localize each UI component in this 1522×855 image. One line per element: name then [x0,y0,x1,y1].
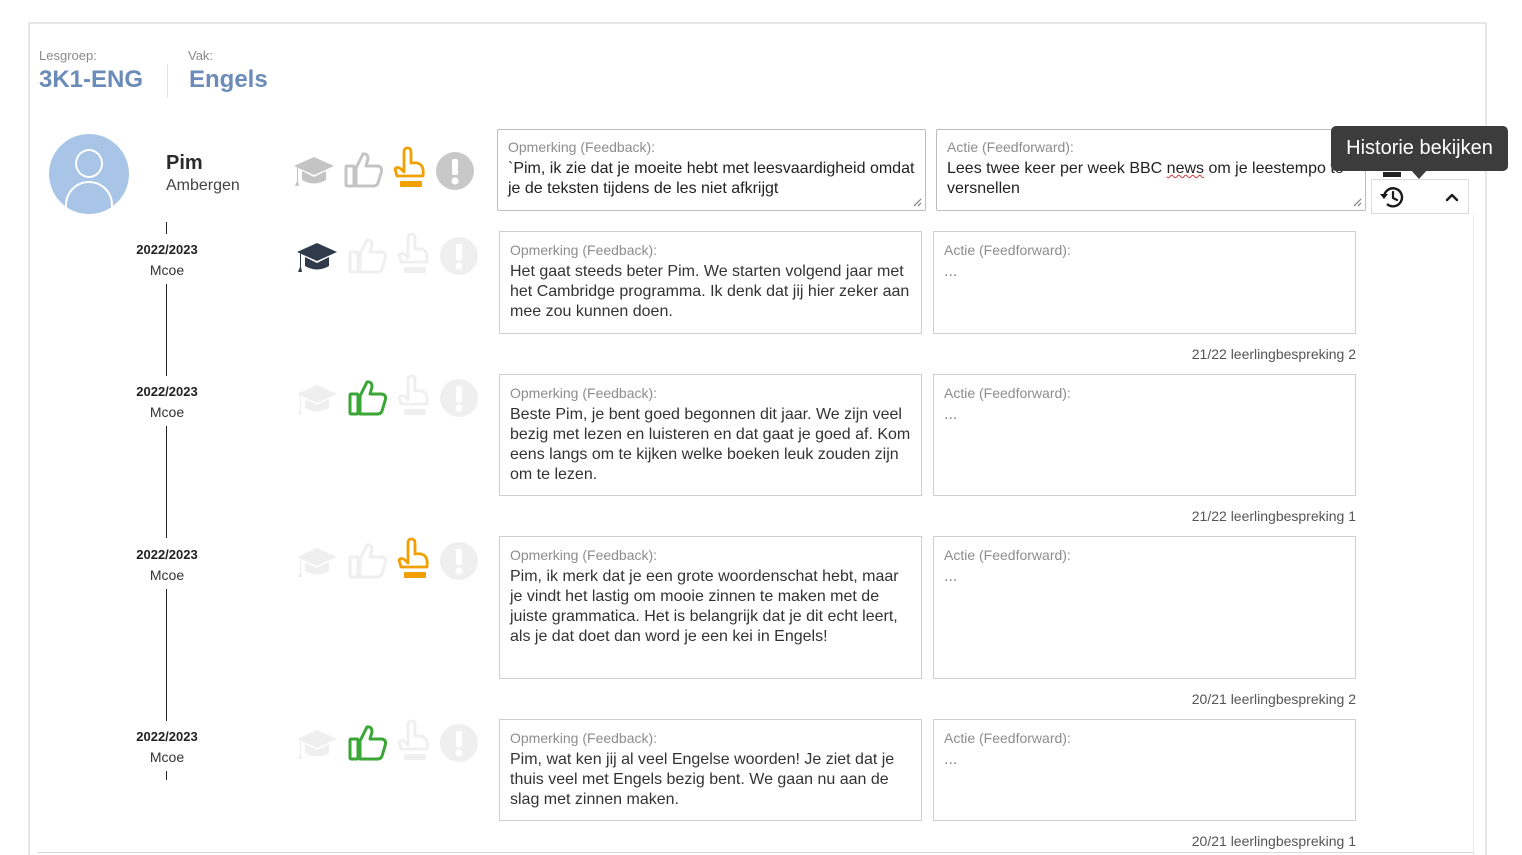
history-feedback-box: Opmerking (Feedback): Beste Pim, je bent… [499,374,922,496]
timeline-line [166,426,167,538]
feedback-label: Opmerking (Feedback): [510,547,658,563]
thumbs-up-icon [346,234,390,278]
pointing-hand-icon [392,374,436,418]
entry-teacher: Mcoe [149,262,185,278]
feedback-textarea[interactable]: Opmerking (Feedback): `Pim, ik zie dat j… [497,129,926,211]
alert-icon [437,539,481,583]
history-feedforward-box: Actie (Feedforward): ... [933,536,1356,679]
thumbs-up-icon [346,376,390,420]
avatar-body-icon [65,181,113,214]
history-feedback-box: Opmerking (Feedback): Pim, wat ken jij a… [499,719,922,821]
pointing-hand-icon [392,232,436,276]
chevron-up-icon[interactable] [1438,183,1466,211]
tooltip-arrow [1410,169,1428,179]
subject-value: Engels [189,66,268,93]
feedback-text: Pim, ik merk dat je een grote woordensch… [510,568,899,645]
timeline-line [166,222,167,234]
group-label: Lesgroep: [39,48,97,63]
resize-handle-icon[interactable] [1353,198,1362,207]
subject-label: Vak: [188,48,214,63]
timeline-line [166,771,167,780]
meeting-label: 21/22 leerlingbespreking 1 [1191,508,1356,524]
feedforward-label: Actie (Feedforward): [947,139,1074,155]
thumbs-up-icon [346,721,390,765]
timeline-line [166,589,167,721]
history-feedback-box: Opmerking (Feedback): Het gaat steeds be… [499,231,922,334]
entry-teacher: Mcoe [149,749,185,765]
history-feedback-box: Opmerking (Feedback): Pim, ik merk dat j… [499,536,922,679]
feedback-text: `Pim, ik zie dat je moeite hebt met lees… [508,160,915,197]
feedforward-textarea[interactable]: Actie (Feedforward): Lees twee keer per … [936,129,1366,211]
feedforward-label: Actie (Feedforward): [944,242,1071,258]
feedforward-label: Actie (Feedforward): [944,547,1071,563]
history-tooltip: Historie bekijken [1331,126,1508,171]
alert-icon [437,234,481,278]
feedforward-label: Actie (Feedforward): [944,730,1071,746]
divider [38,852,1474,853]
row-action-bar [1371,179,1469,214]
group-value: 3K1-ENG [39,66,144,93]
graduation-cap-icon [295,236,339,280]
pointing-hand-icon [392,719,436,763]
feedback-text: Beste Pim, je bent goed begonnen dit jaa… [510,406,911,483]
feedback-text: Pim, wat ken jij al veel Engelse woorden… [510,751,895,808]
alert-icon [437,721,481,765]
graduation-cap-icon [295,378,339,422]
history-feedforward-box: Actie (Feedforward): ... [933,231,1356,334]
meeting-label: 20/21 leerlingbespreking 1 [1191,833,1356,849]
timeline-line [166,284,167,376]
feedback-label: Opmerking (Feedback): [510,730,658,746]
alert-icon [437,376,481,420]
feedforward-text: ... [944,263,958,280]
hidden-button-edge [1383,172,1401,177]
graduation-cap-icon[interactable] [292,150,336,194]
feedback-label: Opmerking (Feedback): [510,242,658,258]
feedforward-text: ... [944,568,958,585]
feedback-label: Opmerking (Feedback): [510,385,658,401]
history-feedforward-box: Actie (Feedforward): ... [933,374,1356,496]
student-first-name: Pim [166,152,203,174]
graduation-cap-icon [295,541,339,585]
entry-year: 2022/2023 [136,384,198,399]
feedback-text: Het gaat steeds beter Pim. We starten vo… [510,263,910,320]
entry-teacher: Mcoe [149,567,185,583]
feedforward-text: ... [944,406,958,423]
alert-icon[interactable] [433,149,477,193]
resize-handle-icon[interactable] [913,198,922,207]
feedforward-label: Actie (Feedforward): [944,385,1071,401]
meeting-label: 20/21 leerlingbespreking 2 [1191,691,1356,707]
feedforward-text: ... [944,751,958,768]
header-separator [167,64,168,98]
pointing-hand-icon [392,537,436,581]
feedback-label: Opmerking (Feedback): [508,139,656,155]
entry-year: 2022/2023 [136,242,198,257]
thumbs-up-icon[interactable] [342,148,386,192]
pointing-hand-icon[interactable] [388,146,432,190]
feedforward-text: Lees twee keer per week BBC news om je l… [947,160,1344,197]
student-last-name: Ambergen [166,177,240,194]
divider [1473,215,1474,855]
entry-year: 2022/2023 [136,547,198,562]
history-icon[interactable] [1378,183,1406,211]
entry-teacher: Mcoe [149,404,185,420]
graduation-cap-icon [295,723,339,767]
entry-year: 2022/2023 [136,729,198,744]
meeting-label: 21/22 leerlingbespreking 2 [1191,346,1356,362]
history-feedforward-box: Actie (Feedforward): ... [933,719,1356,821]
thumbs-up-icon [346,539,390,583]
avatar-head-icon [75,149,103,178]
avatar [49,134,129,214]
